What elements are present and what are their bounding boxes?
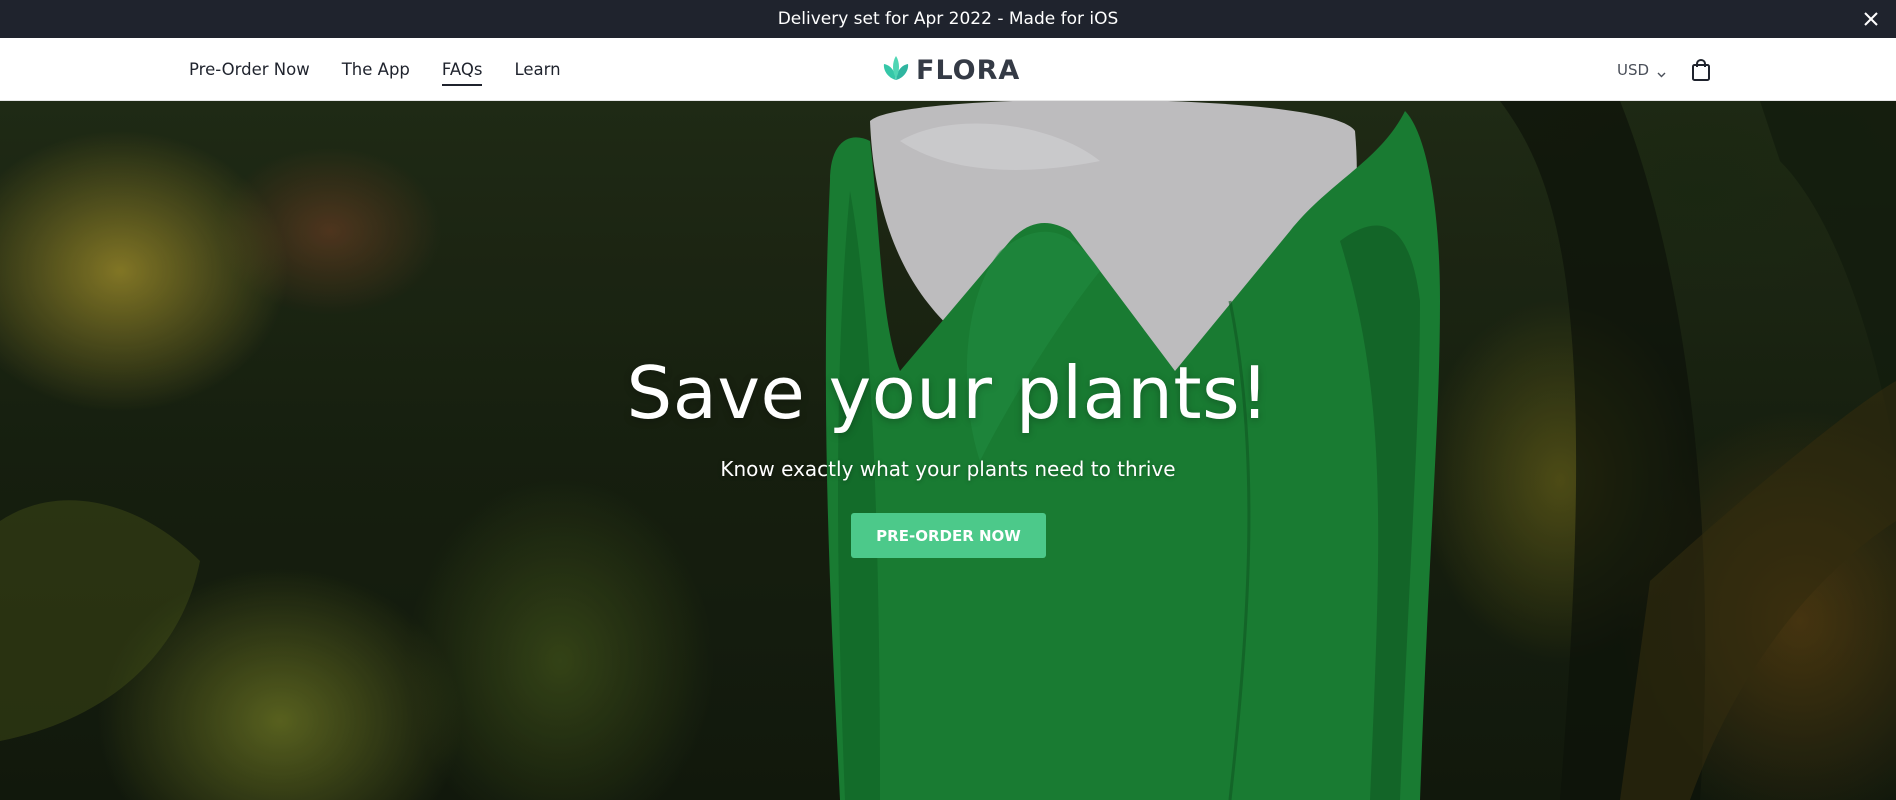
currency-label: USD [1617,60,1650,79]
hero-title: Save your plants! [626,351,1270,435]
currency-selector[interactable]: USD [1617,38,1666,101]
shopping-bag-icon[interactable] [1690,58,1712,82]
hero-subtitle: Know exactly what your plants need to th… [720,457,1176,481]
nav-learn[interactable]: Learn [514,56,560,83]
nav-the-app[interactable]: The App [342,56,410,83]
pre-order-button[interactable]: PRE-ORDER NOW [851,513,1046,558]
hero-content: Save your plants! Know exactly what your… [0,101,1896,800]
close-icon[interactable] [1860,8,1882,30]
logo-text: FLORA [916,54,1021,86]
site-header: Pre-Order Now The App FAQs Learn FLORA U… [0,38,1896,101]
main-nav: Pre-Order Now The App FAQs Learn [189,38,593,101]
chevron-down-icon [1657,65,1666,78]
leaf-logo-icon [880,54,912,86]
logo[interactable]: FLORA [880,53,1020,87]
hero-section: Save your plants! Know exactly what your… [0,101,1896,800]
nav-pre-order-now[interactable]: Pre-Order Now [189,56,310,83]
announcement-text: Delivery set for Apr 2022 - Made for iOS [777,9,1119,29]
nav-faqs[interactable]: FAQs [441,56,482,86]
announcement-bar: Delivery set for Apr 2022 - Made for iOS [0,0,1896,38]
